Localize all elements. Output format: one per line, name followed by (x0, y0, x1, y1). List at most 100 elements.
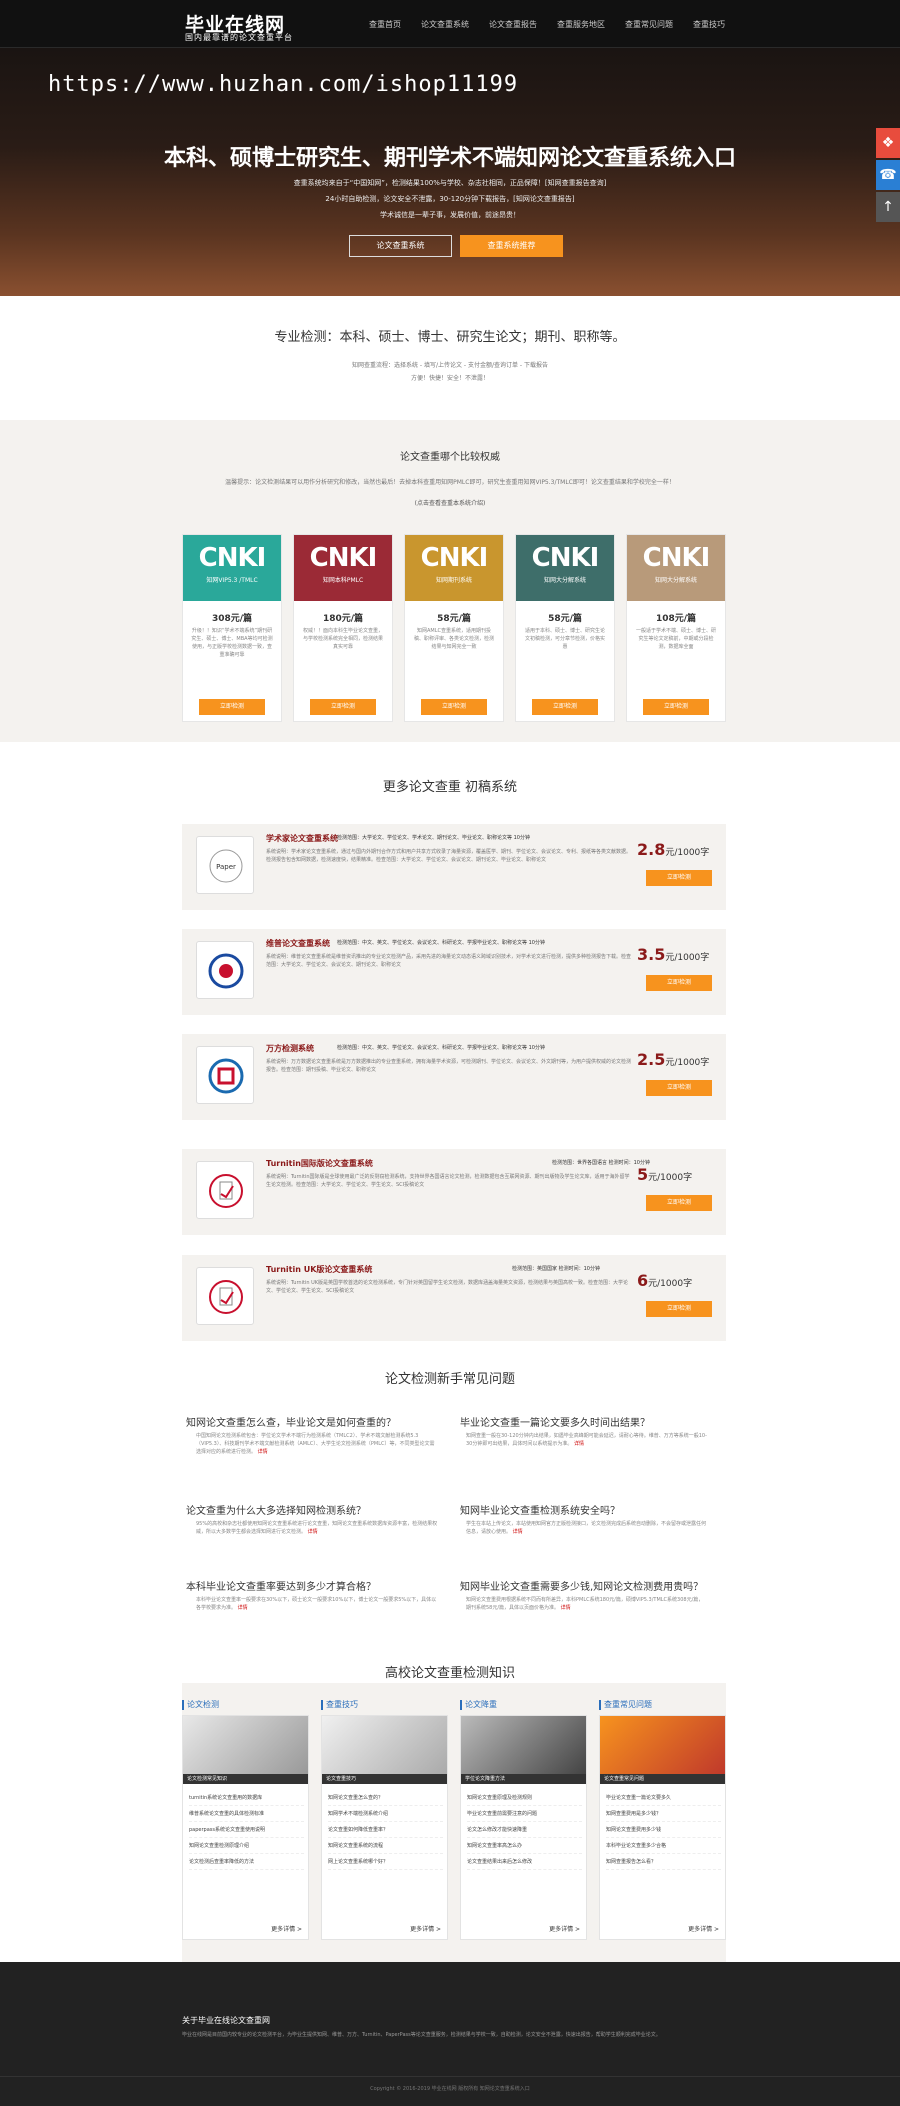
check-now-button[interactable]: 立即检测 (643, 699, 709, 715)
check-now-button[interactable]: 立即检测 (646, 975, 712, 991)
kb-article-link[interactable]: 毕业论文查重一篇论文要多久 (606, 1790, 721, 1806)
product-card-journal: CNKI 知网期刊系统 58元/篇 知网AMLC查重系统，适用期刊投稿、职称评审… (404, 534, 504, 722)
price-unit: 元/1000字 (648, 1279, 693, 1289)
support-icon[interactable]: ❖ (876, 128, 900, 158)
kb-more-link[interactable]: 更多详情 > (410, 1924, 441, 1933)
faq-question[interactable]: 毕业论文查重一篇论文要多久时间出结果？ (460, 1414, 650, 1429)
faq-question[interactable]: 论文查重为什么大多选择知网检测系统？ (186, 1502, 366, 1517)
check-now-button[interactable]: 立即检测 (646, 1301, 712, 1317)
product-card-desc: 知网AMLC查重系统，适用期刊投稿、职称评审、各类论文检测，检测结果与知网完全一… (413, 628, 494, 650)
nav-report[interactable]: 论文查重报告 (489, 19, 537, 30)
kb-article-link[interactable]: 知网学术不端检测系统介绍 (328, 1806, 443, 1822)
kb-article-link[interactable]: 知网论文查重系统的流程 (328, 1838, 443, 1854)
kb-article-link[interactable]: 知网论文查重检测原理介绍 (189, 1838, 304, 1854)
product-card-image: CNKI 知网本科PMLC (294, 535, 392, 601)
kb-article-link[interactable]: 知网查重报告怎么看？ (606, 1854, 721, 1870)
kb-more-link[interactable]: 更多详情 > (549, 1924, 580, 1933)
faq-answer: 中国知网论文检测系统包含：学位论文学术不端行为检测系统（TMLC2）、学术不端文… (196, 1432, 438, 1456)
system-scope: 检测范围：中文、英文、学位论文、会议论文、科研论文、学报毕业论文、职称论文等 1… (337, 940, 545, 946)
kb-article-link[interactable]: 知网论文查重率高怎么办 (467, 1838, 582, 1854)
kb-column-head[interactable]: 查重技巧 (321, 1700, 358, 1710)
check-now-button[interactable]: 立即检测 (646, 1080, 712, 1096)
faq-detail-link[interactable]: 详情 (308, 1529, 318, 1535)
check-now-button[interactable]: 立即检测 (646, 870, 712, 886)
check-now-button[interactable]: 立即检测 (646, 1195, 712, 1211)
intro-title: 专业检测：本科、硕士、博士、研究生论文；期刊、职称等。 (274, 330, 626, 345)
kb-article-list: 知网论文查重怎么查的？ 知网学术不端检测系统介绍 论文查重如何降低查重率？ 知网… (328, 1790, 443, 1870)
product-card-image: CNKI 知网大分解系统 (516, 535, 614, 601)
system-name: Turnitin国际版论文查重系统 (266, 1159, 373, 1168)
kb-article-link[interactable]: 本科毕业论文查重多少合格 (606, 1838, 721, 1854)
faq-answer: 知网论文查重费用根据系统不同而有所差异，本科PMLC系统180元/篇，硕博VIP… (466, 1596, 708, 1612)
check-now-button[interactable]: 立即检测 (199, 699, 265, 715)
faq-question[interactable]: 本科毕业论文查重率要达到多少才算合格？ (186, 1578, 376, 1593)
kb-article-link[interactable]: 知网论文查重怎么查的？ (328, 1790, 443, 1806)
kb-article-link[interactable]: 毕业论文查重前需要注意的问题 (467, 1806, 582, 1822)
nav-home[interactable]: 查重首页 (369, 19, 401, 30)
recommend-button[interactable]: 查重系统推荐 (460, 235, 563, 257)
kb-article-link[interactable]: 网上论文查重系统哪个好？ (328, 1854, 443, 1870)
nav-faq[interactable]: 查重常见问题 (625, 19, 673, 30)
faq-detail-link[interactable]: 详情 (258, 1449, 268, 1455)
kb-article-link[interactable]: turnitin系统论文查重用的数据库 (189, 1790, 304, 1806)
product-card-image: CNKI 知网VIP5.3 /TMLC (183, 535, 281, 601)
kb-article-link[interactable]: 知网论文查重原理及检测规则 (467, 1790, 582, 1806)
nav-systems[interactable]: 论文查重系统 (421, 19, 469, 30)
authority-note[interactable]: (点击查看查重本系统介绍) (0, 498, 900, 507)
system-price: 6元/1000字 (637, 1271, 692, 1290)
kb-article-link[interactable]: 论文查重如何降低查重率？ (328, 1822, 443, 1838)
kb-article-link[interactable]: 知网查重费用是多少钱？ (606, 1806, 721, 1822)
kb-more-link[interactable]: 更多详情 > (271, 1924, 302, 1933)
system-description: 系统说明：万方数据论文查重系统是万方数据推出的专业查重系统，拥有海量学术资源，可… (266, 1059, 632, 1073)
phone-icon[interactable]: ☎ (876, 160, 900, 190)
footer-title: 关于毕业在线论文查重网 (182, 2016, 270, 2025)
kb-image-caption: 论文查重常见问题 (600, 1774, 725, 1784)
product-card-desc: 一般适于学术不端、硕士、博士、研究生等论文定稿前，中期或分段检测，数据库全面 (635, 628, 716, 650)
nav-regions[interactable]: 查重服务地区 (557, 19, 605, 30)
product-card-image: CNKI 知网期刊系统 (405, 535, 503, 601)
check-now-button[interactable]: 立即检测 (421, 699, 487, 715)
kb-article-link[interactable]: 维普系统论文查重的具体检测标准 (189, 1806, 304, 1822)
kb-article-link[interactable]: 论文检测后查重率降低的方法 (189, 1854, 304, 1870)
kb-image (461, 1716, 586, 1774)
faq-question[interactable]: 知网论文查重怎么查，毕业论文是如何查重的？ (186, 1414, 396, 1429)
price-value: 2.8 (637, 840, 666, 859)
kb-column-head[interactable]: 查重常见问题 (599, 1700, 652, 1710)
back-to-top-icon[interactable]: ↑ (876, 192, 900, 222)
faq-detail-link[interactable]: 详情 (574, 1441, 584, 1447)
kb-article-link[interactable]: 论文怎么修改才能快速降重 (467, 1822, 582, 1838)
hero-title: 本科、硕博士研究生、期刊学术不端知网论文查重系统入口 (163, 146, 736, 171)
system-row-turnitin-uk: Turnitin UK版论文查重系统 检测范围：英国国家 检测时间：10分钟 系… (182, 1255, 726, 1341)
intro-process: 知网查重流程：选择系统 - 填写/上传论文 - 支付金额/查询订单 - 下载报告 (352, 362, 548, 369)
price-value: 3.5 (637, 945, 666, 964)
check-now-button[interactable]: 立即检测 (532, 699, 598, 715)
product-card-caption: 知网大分解系统 (543, 577, 586, 584)
systems-button[interactable]: 论文查重系统 (349, 235, 452, 257)
faq-question[interactable]: 知网毕业论文查重检测系统安全吗？ (460, 1502, 620, 1517)
faq-detail-link[interactable]: 详情 (513, 1529, 523, 1535)
main-nav: 查重首页 论文查重系统 论文查重报告 查重服务地区 查重常见问题 查重技巧 (369, 19, 725, 30)
check-now-button[interactable]: 立即检测 (310, 699, 376, 715)
knowledge-title: 高校论文查重检测知识 (384, 1666, 515, 1681)
nav-tips[interactable]: 查重技巧 (693, 19, 725, 30)
product-card-caption: 知网VIP5.3 /TMLC (206, 577, 258, 584)
product-card-desc: 适用于本科、硕士、博士、研究生论文初稿检测，可分章节检测，价格实惠 (524, 628, 605, 650)
kb-more-link[interactable]: 更多详情 > (688, 1924, 719, 1933)
kb-image (600, 1716, 725, 1774)
kb-article-link[interactable]: 知网论文查重费用多少钱 (606, 1822, 721, 1838)
kb-article-link[interactable]: paperpass系统论文查重使用说明 (189, 1822, 304, 1838)
cnki-logo: CNKI (309, 543, 378, 573)
faq-detail-link[interactable]: 详情 (561, 1605, 571, 1611)
system-name: 学术家论文查重系统 (266, 834, 338, 843)
cnki-logo: CNKI (420, 543, 489, 573)
kb-column-head[interactable]: 论文降重 (460, 1700, 497, 1710)
wanfang-logo-icon (196, 1046, 254, 1104)
price-unit: 元/1000字 (648, 1173, 693, 1183)
kb-image (322, 1716, 447, 1774)
kb-column-head[interactable]: 论文检测 (182, 1700, 219, 1710)
faq-answer: 学生在本站上传论文，本站使用知网官方正版检测接口，论文检测完成后系统自动删除，不… (466, 1520, 708, 1536)
price-unit: 元/1000字 (665, 1058, 710, 1068)
faq-question[interactable]: 知网毕业论文查重需要多少钱,知网论文检测费用贵吗？ (460, 1578, 703, 1593)
faq-detail-link[interactable]: 详情 (238, 1605, 248, 1611)
kb-article-link[interactable]: 论文查重结果出来后怎么修改 (467, 1854, 582, 1870)
